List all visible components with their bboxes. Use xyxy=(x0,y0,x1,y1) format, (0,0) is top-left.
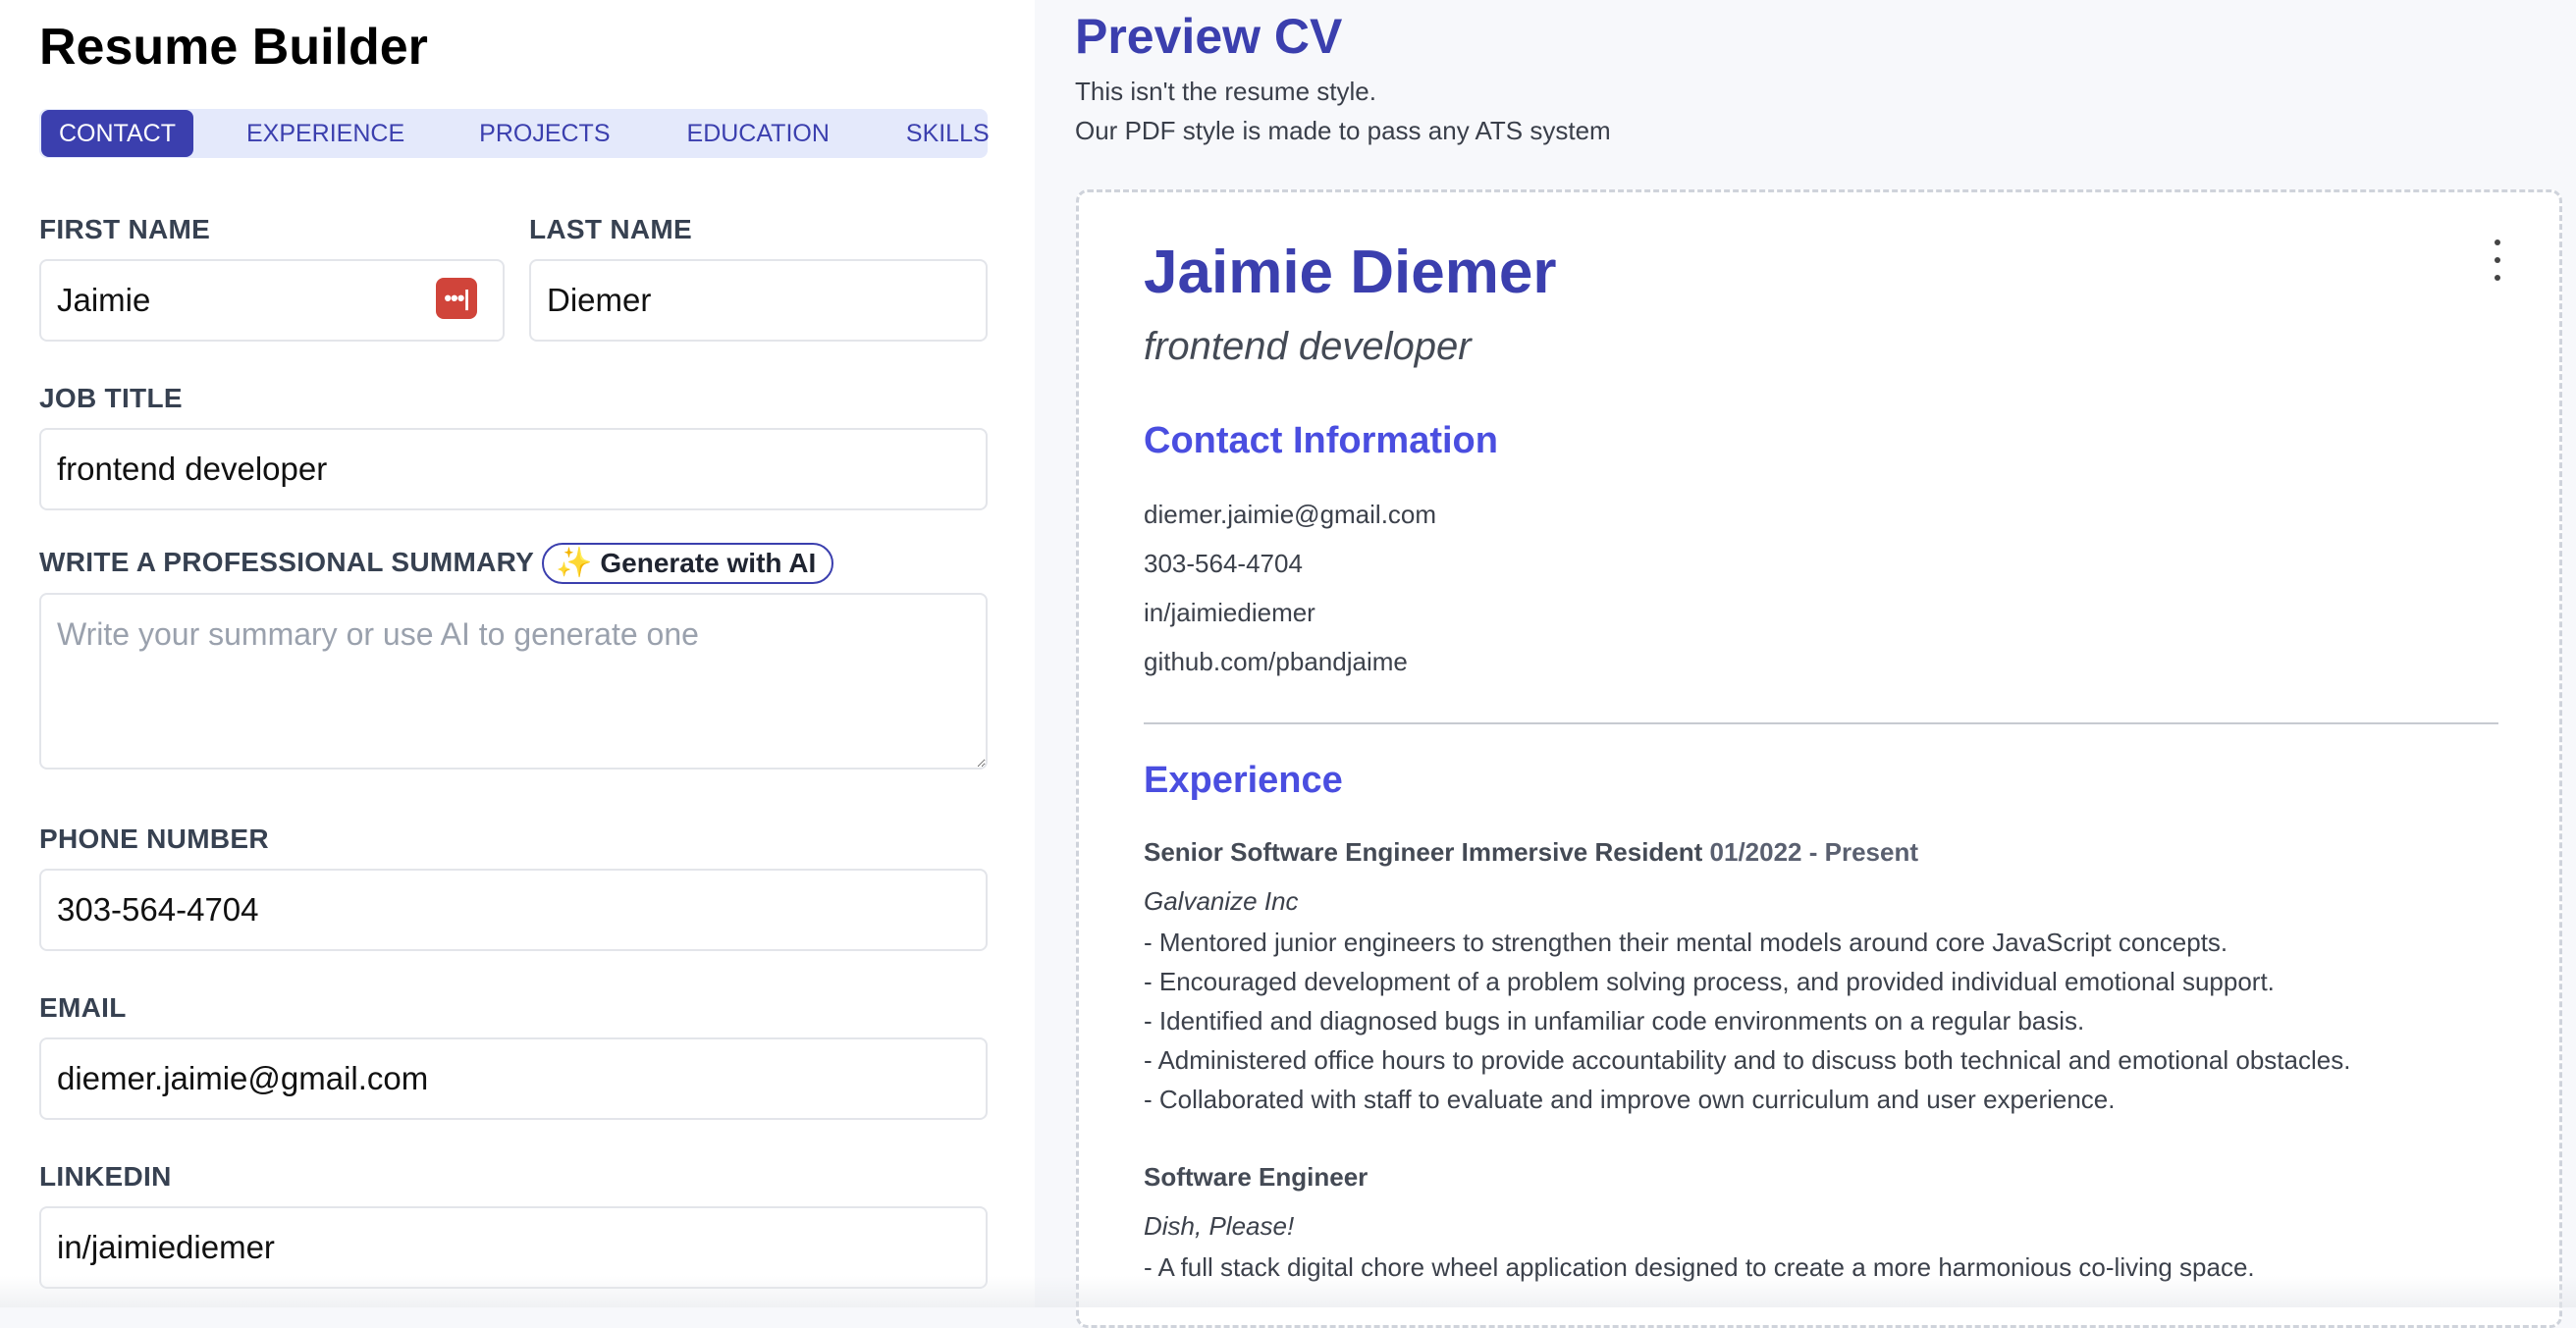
summary-textarea[interactable] xyxy=(39,593,988,770)
first-name-input[interactable] xyxy=(39,259,505,342)
first-name-label: FIRST NAME xyxy=(39,214,211,244)
cv-experience-heading: Experience xyxy=(1144,760,1343,801)
cv-contact-heading: Contact Information xyxy=(1144,420,1498,461)
cv-job-bullets: - Mentored junior engineers to strengthe… xyxy=(1144,923,2350,1119)
linkedin-input[interactable] xyxy=(39,1206,988,1289)
linkedin-label: LINKEDIN xyxy=(39,1161,172,1192)
generate-with-ai-button[interactable]: ✨ Generate with AI xyxy=(542,543,834,584)
generate-with-ai-label: Generate with AI xyxy=(600,548,817,578)
cv-job-company: Dish, Please! xyxy=(1144,1211,1295,1241)
cv-preview-card: Jaimie Diemer frontend developer Contact… xyxy=(1076,189,2562,1328)
app-title: Resume Builder xyxy=(39,19,428,76)
cv-contact-github: github.com/pbandjaime xyxy=(1144,647,1408,676)
cv-bullet: - Identified and diagnosed bugs in unfam… xyxy=(1144,1006,2085,1036)
summary-label: WRITE A PROFESSIONAL SUMMARY xyxy=(39,547,535,577)
tab-experience[interactable]: EXPERIENCE xyxy=(229,110,422,157)
preview-title: Preview CV xyxy=(1075,9,1343,64)
email-label: EMAIL xyxy=(39,992,127,1023)
cv-contact-email: diemer.jaimie@gmail.com xyxy=(1144,500,1437,529)
last-name-label: LAST NAME xyxy=(529,214,693,244)
cv-bullet: - Administered office hours to provide a… xyxy=(1144,1045,2351,1075)
cv-name: Jaimie Diemer xyxy=(1144,239,1557,306)
cv-job-title: frontend developer xyxy=(1144,325,1472,368)
cv-contact-phone: 303-564-4704 xyxy=(1144,549,1303,578)
editor-panel: Resume Builder CONTACT EXPERIENCE PROJEC… xyxy=(0,0,1035,1307)
job-title-label: JOB TITLE xyxy=(39,383,183,413)
tab-education[interactable]: EDUCATION xyxy=(670,110,847,157)
last-name-input[interactable] xyxy=(529,259,988,342)
password-key-icon[interactable]: •••| xyxy=(436,278,477,319)
cv-divider xyxy=(1144,722,2498,724)
tab-contact[interactable]: CONTACT xyxy=(41,110,193,157)
job-title-input[interactable] xyxy=(39,428,988,510)
phone-input[interactable] xyxy=(39,869,988,951)
email-input[interactable] xyxy=(39,1037,988,1120)
section-tabs: CONTACT EXPERIENCE PROJECTS EDUCATION SK… xyxy=(39,109,990,158)
cv-job-dates: 01/2022 - Present xyxy=(1709,837,1918,867)
cv-job-company: Galvanize Inc xyxy=(1144,886,1299,916)
preview-note-line1: This isn't the resume style. xyxy=(1075,77,1376,106)
sparkles-icon: ✨ xyxy=(556,547,593,579)
cv-bullet: - Collaborated with staff to evaluate an… xyxy=(1144,1085,2116,1114)
cv-contact-linkedin: in/jaimiediemer xyxy=(1144,598,1315,627)
kebab-menu-icon[interactable] xyxy=(2483,238,2512,283)
tab-projects[interactable]: PROJECTS xyxy=(461,110,627,157)
cv-job-bullets: - A full stack digital chore wheel appli… xyxy=(1144,1248,2255,1287)
phone-label: PHONE NUMBER xyxy=(39,823,269,854)
cv-job-role: Senior Software Engineer Immersive Resid… xyxy=(1144,837,1703,867)
cv-bullet: - Mentored junior engineers to strengthe… xyxy=(1144,928,2228,957)
cv-bullet: - A full stack digital chore wheel appli… xyxy=(1144,1252,2255,1282)
tab-skills[interactable]: SKILLS xyxy=(888,110,1007,157)
cv-job-header: Senior Software Engineer Immersive Resid… xyxy=(1144,837,1918,868)
cv-bullet: - Encouraged development of a problem so… xyxy=(1144,967,2275,996)
cv-job-role: Software Engineer xyxy=(1144,1162,1368,1192)
preview-note-line2: Our PDF style is made to pass any ATS sy… xyxy=(1075,116,1611,145)
